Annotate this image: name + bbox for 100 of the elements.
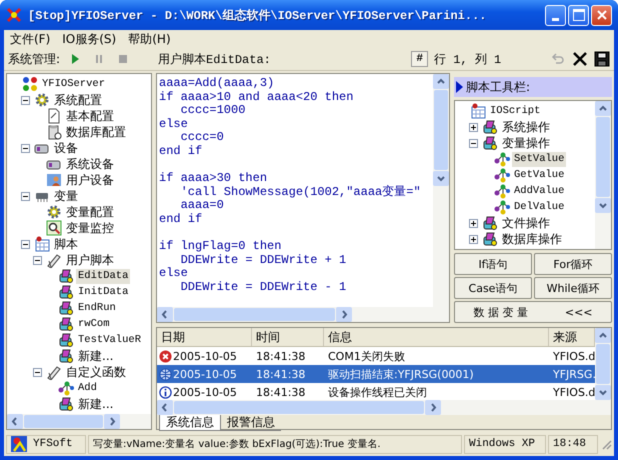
tree-item[interactable]: GetValue xyxy=(512,168,566,182)
tree-item[interactable]: EndRun xyxy=(76,300,118,316)
tree-item[interactable]: 基本配置 xyxy=(64,108,116,124)
script-icon xyxy=(482,135,498,151)
column-header[interactable]: 时间 xyxy=(252,328,324,346)
horizontal-scrollbar[interactable] xyxy=(157,307,449,322)
tree-item[interactable]: 新建... xyxy=(76,396,116,412)
line-number-button[interactable]: # xyxy=(411,51,428,67)
database-icon xyxy=(46,124,62,140)
tree-item[interactable]: 数据库配置 xyxy=(64,124,128,140)
status-text: Windows XP xyxy=(464,434,546,454)
code-line: 'call ShowMessage(1002,"aaaa变量=" xyxy=(180,186,422,200)
resize-grip-icon[interactable] xyxy=(600,438,612,450)
script-icon xyxy=(58,316,74,332)
log-row[interactable]: 2005-10-05 18:41:38 驱动扫描结束:YFJRSG(0001) YFJRSG. xyxy=(157,365,595,383)
code-line: DDEWrite = DDEWrite + 1 xyxy=(180,254,348,267)
panel-header: 脚本工具栏: xyxy=(454,77,612,97)
tree-item[interactable]: IOScript xyxy=(488,104,542,118)
script-icon xyxy=(58,284,74,300)
tree-item[interactable]: 变量配置 xyxy=(64,204,116,220)
table-cell: 2005-10-05 xyxy=(173,368,237,380)
close-icon xyxy=(596,10,606,20)
close-icon[interactable] xyxy=(572,51,588,67)
tree-item[interactable]: rwCom xyxy=(76,316,112,332)
expander-box[interactable] xyxy=(469,218,478,228)
tree-item[interactable]: 脚本 xyxy=(52,236,80,252)
expander-box[interactable] xyxy=(21,144,30,152)
table-cell-text: 18:41:38 xyxy=(255,350,306,362)
code-line: if aaaa>10 and aaaa<20 then xyxy=(159,90,354,104)
log-row[interactable]: 2005-10-05 18:41:38 COM1关闭失败 YFIOS.d xyxy=(157,347,595,365)
pen-icon xyxy=(46,364,62,380)
insert-statement-button[interactable]: For循环 xyxy=(534,253,612,275)
menu-item[interactable]: 文件(F) xyxy=(10,30,50,48)
expander-box[interactable] xyxy=(33,368,42,376)
data-variable-button[interactable]: 数 据 变 量 <<< xyxy=(454,301,612,323)
insert-statement-button[interactable]: While循环 xyxy=(534,277,612,299)
tree-item[interactable]: 设备 xyxy=(52,140,80,156)
vertical-scrollbar[interactable] xyxy=(433,74,449,307)
tree-item[interactable]: 用户设备 xyxy=(64,172,116,188)
menu-item[interactable]: IO服务(S) xyxy=(62,30,116,48)
expander-box[interactable] xyxy=(21,192,30,200)
save-icon[interactable] xyxy=(594,51,610,67)
expander-box[interactable] xyxy=(469,234,478,244)
tree-item[interactable]: DelValue xyxy=(512,200,566,214)
pen-icon xyxy=(46,252,62,268)
code-line: end if xyxy=(159,144,204,159)
tree-item[interactable]: AddValue xyxy=(512,184,566,198)
tab[interactable]: 报警信息 xyxy=(221,415,281,431)
tree-item[interactable]: EditData xyxy=(76,268,130,284)
play-icon[interactable] xyxy=(69,53,82,65)
vertical-scrollbar[interactable] xyxy=(595,328,611,400)
log-row[interactable]: 2005-10-05 18:41:38 设备操作线程已关闭 YFIOS.d xyxy=(157,383,595,400)
expander-box[interactable] xyxy=(21,240,30,248)
insert-statement-button[interactable]: If语句 xyxy=(454,253,532,275)
tree-item[interactable]: InitData xyxy=(76,284,130,300)
script-icon xyxy=(482,231,498,247)
minimize-button[interactable] xyxy=(545,4,566,26)
column-header[interactable]: 信息 xyxy=(324,328,549,346)
tree-item[interactable]: 变量监控 xyxy=(64,220,116,236)
horizontal-scrollbar[interactable] xyxy=(7,414,151,429)
tab[interactable]: 系统信息 xyxy=(159,415,221,431)
insert-statement-button[interactable]: Case语句 xyxy=(454,277,532,299)
code-line: DDEWrite = DDEWrite - 1 xyxy=(180,280,348,294)
column-header[interactable]: 日期 xyxy=(157,328,252,346)
tree-item[interactable]: 系统设备 xyxy=(64,156,116,172)
close-button[interactable] xyxy=(591,4,612,26)
calendar-icon xyxy=(34,236,50,252)
gear-icon xyxy=(46,204,62,220)
expander-box[interactable] xyxy=(469,138,478,148)
script-icon xyxy=(58,268,74,284)
tree-item[interactable]: 自定义函数 xyxy=(64,364,128,380)
expander-box[interactable] xyxy=(469,122,478,132)
tree-item[interactable]: 新建... xyxy=(76,348,116,364)
script-icon xyxy=(482,215,498,231)
table-cell-text: 设备操作线程已关闭 xyxy=(327,384,428,400)
table-cell-text: YFIOS.d xyxy=(552,350,595,362)
tree-item[interactable]: 数据库操作 xyxy=(500,232,564,246)
document-icon xyxy=(46,108,62,124)
tree-item[interactable]: 变量操作 xyxy=(500,136,552,150)
colored-dots-icon xyxy=(22,76,38,92)
horizontal-scrollbar[interactable] xyxy=(157,400,611,415)
tree-item[interactable]: 文件操作 xyxy=(500,216,552,230)
tree-item[interactable]: 变量 xyxy=(52,188,80,204)
menu-item[interactable]: 帮助(H) xyxy=(128,30,171,48)
code-line: end if xyxy=(159,212,204,227)
logo-icon xyxy=(11,436,27,452)
magnifier-icon xyxy=(46,220,62,236)
tree-item[interactable]: 用户脚本 xyxy=(64,252,116,268)
tree-item[interactable]: SetValue xyxy=(512,152,566,166)
vertical-scrollbar[interactable] xyxy=(595,101,611,249)
tree-item[interactable]: 系统配置 xyxy=(52,92,104,108)
globe-icon xyxy=(159,368,172,380)
tree-item[interactable]: 系统操作 xyxy=(500,120,552,134)
tree-item[interactable]: TestValueR xyxy=(76,332,144,348)
tree-item[interactable]: YFIOServer xyxy=(40,76,108,92)
expander-box[interactable] xyxy=(21,96,30,104)
code-line: else xyxy=(159,118,189,132)
tree-item[interactable]: Add xyxy=(76,380,99,396)
expander-box[interactable] xyxy=(33,256,42,264)
maximize-button[interactable] xyxy=(568,4,589,26)
